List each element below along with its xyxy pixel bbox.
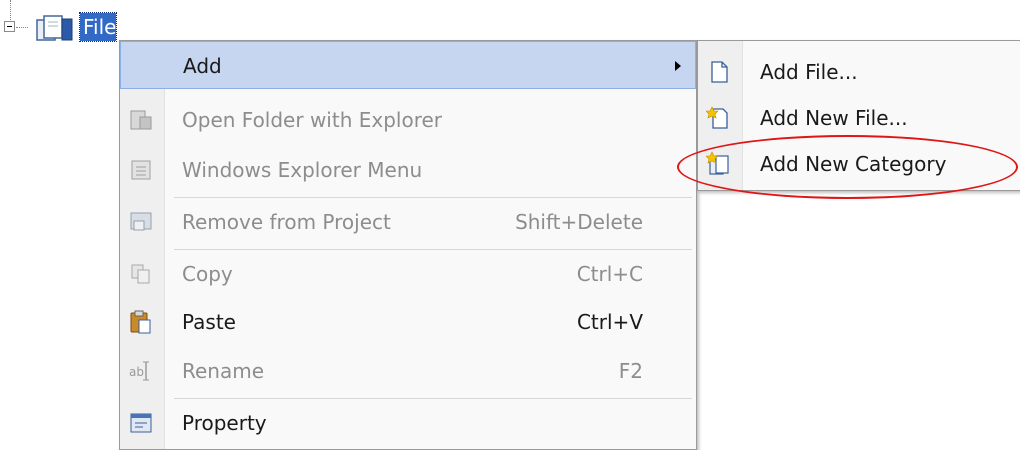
menu-item-label: Add File... <box>760 60 858 84</box>
folder-explorer-icon <box>130 110 152 130</box>
menu-item-windows-explorer-menu[interactable]: Windows Explorer Menu <box>120 146 696 194</box>
copy-icon <box>131 264 150 284</box>
file-folder-icon <box>36 15 73 41</box>
svg-text:ab: ab <box>129 365 144 379</box>
menu-item-shortcut: F2 <box>618 359 643 383</box>
rename-icon: ab <box>129 361 149 381</box>
menu-item-shortcut: Ctrl+C <box>576 262 643 286</box>
paste-icon <box>130 310 151 334</box>
tree-node-file[interactable]: File <box>79 12 117 42</box>
explorer-menu-icon <box>131 160 151 180</box>
menu-item-label: Remove from Project <box>182 210 391 234</box>
menu-item-paste[interactable]: Paste Ctrl+V <box>120 298 696 346</box>
property-icon <box>130 413 152 433</box>
menu-item-add[interactable]: Add <box>120 41 696 89</box>
context-menu: Add Open Folder with Explorer Windows Ex… <box>119 40 697 450</box>
menu-item-shortcut: Ctrl+V <box>576 310 643 334</box>
menu-item-label: Windows Explorer Menu <box>182 158 423 182</box>
menu-item-label: Property <box>182 411 267 435</box>
menu-item-label: Paste <box>182 310 236 334</box>
menu-item-label: Add <box>183 54 222 78</box>
menu-item-copy[interactable]: Copy Ctrl+C <box>120 250 696 298</box>
remove-icon <box>130 212 152 231</box>
submenu-item-add-file[interactable]: Add File... <box>698 48 1019 96</box>
menu-item-label: Open Folder with Explorer <box>182 108 442 132</box>
menu-item-label: Copy <box>182 262 233 286</box>
menu-item-rename[interactable]: ab Rename F2 <box>120 347 696 395</box>
annotation-ellipse <box>677 135 1018 199</box>
menu-item-remove-from-project[interactable]: Remove from Project Shift+Delete <box>120 198 696 246</box>
tree-line <box>10 0 11 22</box>
menu-item-label: Rename <box>182 359 265 383</box>
submenu-arrow-icon <box>675 61 681 71</box>
menu-item-open-folder-with-explorer[interactable]: Open Folder with Explorer <box>120 96 696 144</box>
add-file-icon <box>711 61 728 83</box>
menu-item-shortcut: Shift+Delete <box>515 210 643 234</box>
menu-item-property[interactable]: Property <box>120 399 696 447</box>
add-new-file-icon <box>706 106 728 129</box>
collapse-icon[interactable] <box>4 21 15 32</box>
tree-line <box>16 27 28 28</box>
